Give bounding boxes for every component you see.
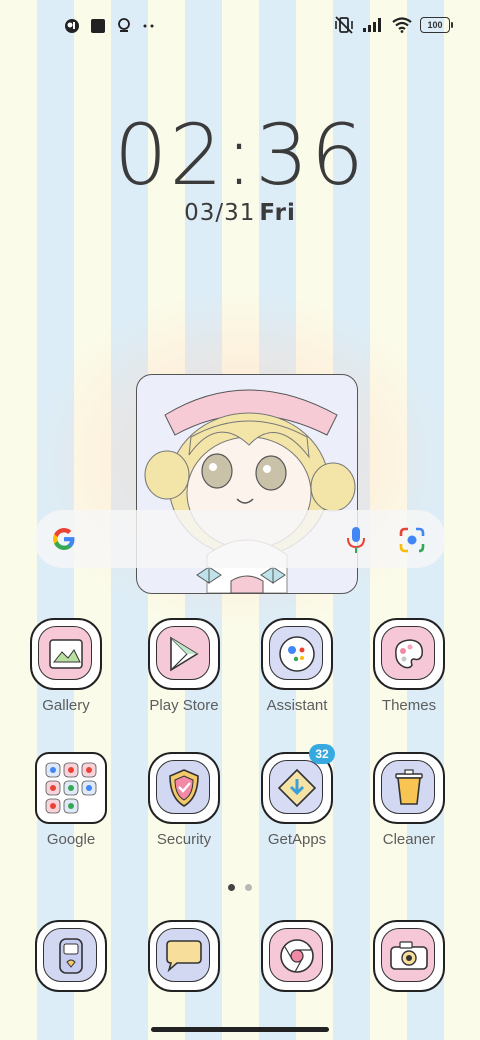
dock-chrome[interactable] bbox=[249, 920, 345, 992]
assistant-icon bbox=[261, 618, 333, 690]
camera-icon bbox=[373, 920, 445, 992]
phone-icon bbox=[35, 920, 107, 992]
dock-messages[interactable] bbox=[136, 920, 232, 992]
microphone-icon[interactable] bbox=[346, 526, 366, 554]
signal-icon bbox=[363, 18, 381, 32]
cleaner-icon bbox=[373, 752, 445, 824]
battery-icon: 100 bbox=[420, 17, 453, 33]
more-dots-icon bbox=[143, 24, 154, 28]
security-icon bbox=[148, 752, 220, 824]
google-search-bar[interactable] bbox=[34, 510, 446, 568]
lens-camera-icon[interactable] bbox=[398, 526, 426, 554]
app-security[interactable]: Security bbox=[136, 752, 232, 848]
app-cleaner[interactable]: Cleaner bbox=[361, 752, 457, 848]
square-app-icon bbox=[91, 19, 105, 33]
google-logo-icon bbox=[53, 528, 75, 550]
day-text: Fri bbox=[259, 200, 296, 226]
notification-badge: 32 bbox=[309, 744, 335, 764]
app-getapps[interactable]: 32 GetApps bbox=[249, 744, 345, 848]
page-indicator[interactable] bbox=[0, 878, 480, 896]
app-label: Cleaner bbox=[382, 831, 436, 848]
wifi-icon bbox=[392, 17, 412, 33]
app-label: Security bbox=[156, 831, 212, 848]
app-label: Google bbox=[46, 831, 96, 848]
app-google-folder[interactable]: Google bbox=[23, 752, 119, 848]
notification-icon bbox=[65, 19, 79, 33]
page-dot-active bbox=[228, 884, 235, 891]
assistant-icon bbox=[118, 18, 130, 32]
gesture-home-bar[interactable] bbox=[151, 1027, 329, 1032]
status-bar: 100 bbox=[0, 0, 480, 56]
date-text: 03/31 bbox=[184, 200, 256, 226]
play-store-icon bbox=[148, 618, 220, 690]
chrome-icon bbox=[261, 920, 333, 992]
app-label: Assistant bbox=[266, 697, 328, 714]
app-label: GetApps bbox=[267, 831, 327, 848]
getapps-icon: 32 bbox=[261, 744, 335, 824]
app-gallery[interactable]: Gallery bbox=[18, 618, 114, 714]
app-assistant[interactable]: Assistant bbox=[249, 618, 345, 714]
dock-camera[interactable] bbox=[361, 920, 457, 992]
app-label: Gallery bbox=[42, 697, 90, 714]
app-themes[interactable]: Themes bbox=[361, 618, 457, 714]
clock-date[interactable]: 03/31 Fri bbox=[0, 200, 480, 226]
page-dot bbox=[245, 884, 252, 891]
app-play-store[interactable]: Play Store bbox=[136, 618, 232, 714]
google-folder-icon bbox=[35, 752, 107, 824]
app-label: Themes bbox=[381, 697, 437, 714]
themes-icon bbox=[373, 618, 445, 690]
vibrate-off-icon bbox=[335, 16, 353, 34]
messages-icon bbox=[148, 920, 220, 992]
gallery-icon bbox=[30, 618, 102, 690]
app-label: Play Store bbox=[149, 697, 219, 714]
clock-time[interactable]: 02:36 bbox=[0, 106, 480, 204]
dock-phone[interactable] bbox=[23, 920, 119, 992]
